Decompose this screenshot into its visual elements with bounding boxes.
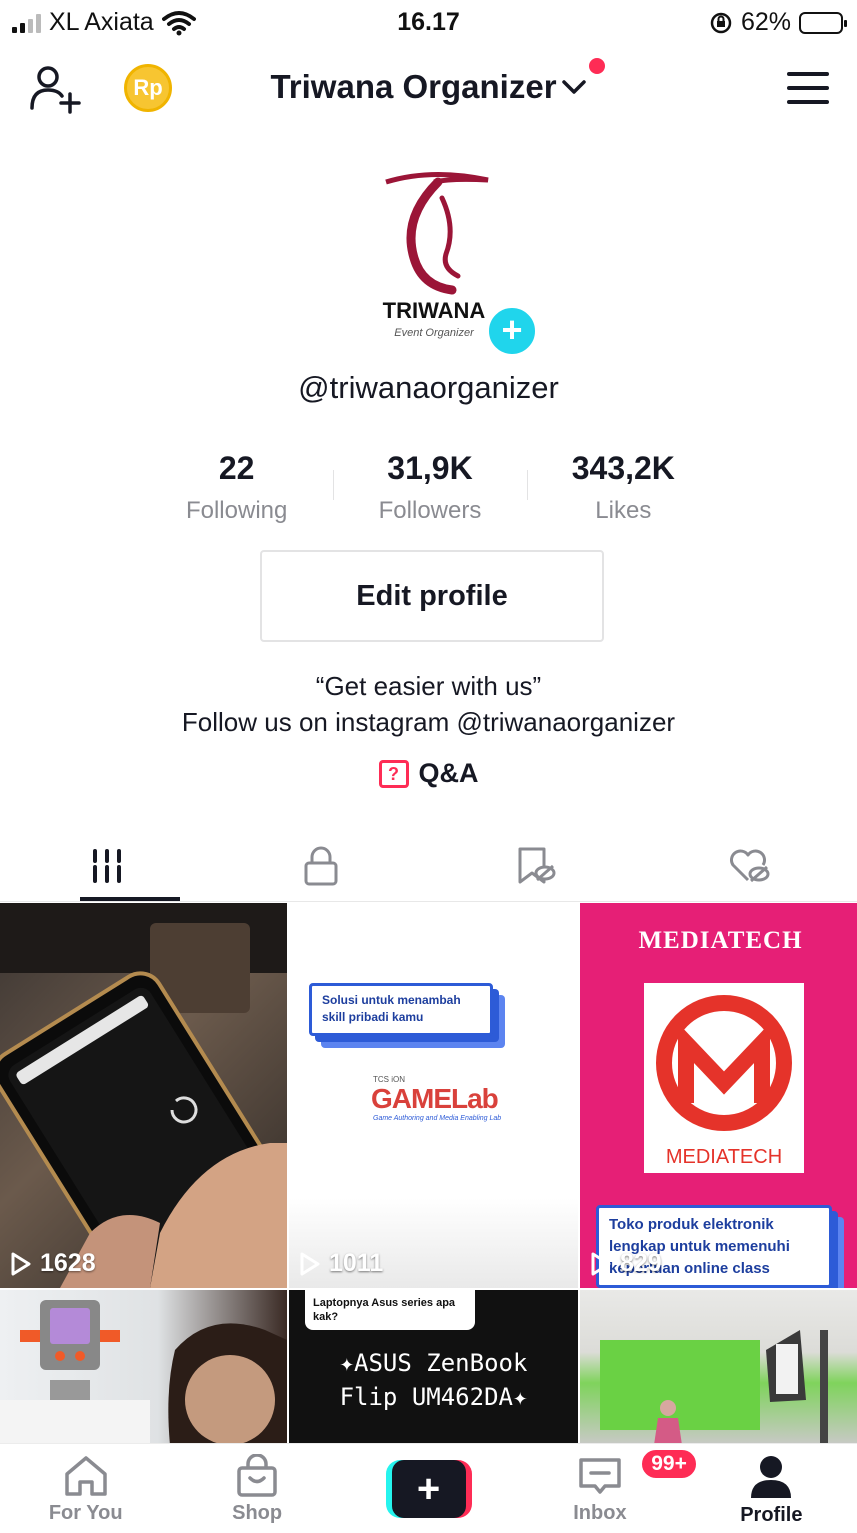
- username: @triwanaorganizer: [298, 370, 559, 405]
- bio-line: Follow us on instagram @triwanaorganizer: [181, 707, 676, 737]
- view-count: 1628: [10, 1249, 96, 1278]
- status-bar: XL Axiata 16.17 62%: [0, 0, 857, 44]
- videos-grid-icon: [93, 848, 122, 883]
- play-icon: [591, 1252, 611, 1275]
- profile-tabs: [0, 830, 857, 902]
- play-icon: [300, 1252, 320, 1275]
- comment-caption: Laptopnya Asus series apa kak?: [305, 1290, 475, 1330]
- tab-liked[interactable]: [643, 830, 857, 901]
- nav-for-you[interactable]: For You: [0, 1444, 171, 1533]
- nav-label: Profile: [740, 1504, 803, 1526]
- private-lock-icon: [304, 846, 338, 885]
- video-grid: 1628 Solusi untuk menambah skill pribadi…: [0, 903, 857, 1443]
- qa-label: Q&A: [418, 758, 479, 788]
- stat-value: 343,2K: [571, 450, 675, 486]
- question-icon: ?: [378, 759, 409, 788]
- stat-following[interactable]: 22 Following: [140, 450, 333, 525]
- studio-image: [600, 1330, 828, 1443]
- promo-text: Solusi untuk menambah skill pribadi kamu: [309, 983, 493, 1036]
- profile-header: Rp Triwana Organizer: [0, 56, 857, 122]
- account-name: Triwana Organizer: [270, 68, 557, 105]
- mediatech-logo-text: MEDIATECH: [666, 1146, 782, 1168]
- tab-private[interactable]: [214, 830, 428, 901]
- view-count-label: 829: [620, 1249, 662, 1277]
- brand-logo: TRIWANA Event Organizer: [383, 171, 489, 339]
- add-avatar-plus-icon[interactable]: +: [486, 305, 538, 357]
- mediatech-logo: MEDIATECH: [644, 983, 804, 1173]
- home-icon: [64, 1456, 107, 1496]
- battery-icon: [799, 11, 847, 34]
- nav-create[interactable]: +: [343, 1444, 514, 1533]
- nav-label: Shop: [232, 1502, 283, 1524]
- bio: “Get easier with us” Follow us on instag…: [0, 668, 857, 740]
- video-thumbnail[interactable]: [580, 1290, 857, 1443]
- video-headline: MEDIATECH: [638, 927, 803, 954]
- nav-label: For You: [48, 1502, 123, 1524]
- view-count: 1011: [299, 1249, 383, 1278]
- person-with-robot-image: [0, 1300, 287, 1443]
- profile-icon: [751, 1456, 792, 1498]
- video-thumbnail[interactable]: [0, 1290, 287, 1443]
- phone-in-hand-image: [0, 903, 287, 1288]
- create-plus-icon[interactable]: +: [385, 1460, 472, 1518]
- video-title: ✦ASUS ZenBook Flip UM462DA✦: [289, 1346, 578, 1414]
- promo-line: Toko produk elektronik: [609, 1216, 774, 1233]
- play-icon: [11, 1252, 31, 1275]
- video-title-line: Flip UM462DA✦: [339, 1383, 528, 1411]
- profile-stats: 22 Following 31,9K Followers 343,2K Like…: [140, 450, 720, 525]
- view-count-label: 1628: [40, 1249, 96, 1277]
- edit-profile-button[interactable]: Edit profile: [260, 550, 604, 642]
- stat-value: 31,9K: [387, 450, 473, 486]
- bio-line: “Get easier with us”: [315, 671, 542, 701]
- avatar[interactable]: TRIWANA Event Organizer: [372, 158, 492, 348]
- logo-subtext: Event Organizer: [394, 327, 475, 339]
- nav-shop[interactable]: Shop: [171, 1444, 342, 1533]
- view-count-label: 1011: [329, 1249, 384, 1277]
- shop-bag-icon: [237, 1454, 277, 1497]
- stat-label: Following: [185, 497, 288, 524]
- tab-videos[interactable]: [0, 830, 214, 901]
- favorites-hidden-icon: [518, 847, 556, 883]
- status-right: 62%: [709, 8, 847, 37]
- qa-link[interactable]: ? Q&A: [0, 758, 857, 789]
- stat-likes[interactable]: 343,2K Likes: [526, 450, 720, 525]
- account-switcher: Triwana Organizer: [0, 58, 857, 106]
- battery-percent: 62%: [740, 8, 791, 36]
- liked-hidden-icon: [729, 849, 770, 882]
- video-thumbnail[interactable]: Laptopnya Asus series apa kak? ✦ASUS Zen…: [289, 1290, 578, 1443]
- video-title-line: ✦ASUS ZenBook: [339, 1349, 528, 1377]
- menu-icon[interactable]: [787, 72, 829, 104]
- bottom-navigation: For You Shop + 99+ Inbox Profile: [0, 1443, 857, 1533]
- inbox-icon: [579, 1458, 621, 1494]
- account-switcher-button[interactable]: Triwana Organizer: [270, 58, 605, 106]
- view-count: 829: [590, 1249, 662, 1278]
- stat-value: 22: [218, 450, 255, 486]
- logo-text: TRIWANA: [383, 298, 486, 323]
- brand-subtitle: Game Authoring and Media Enabling Lab: [373, 1115, 502, 1122]
- stat-label: Likes: [595, 497, 652, 524]
- stat-followers[interactable]: 31,9K Followers: [333, 450, 526, 525]
- nav-label: Inbox: [573, 1502, 627, 1524]
- brand-name: GAMELab: [371, 1083, 499, 1114]
- rotation-lock-icon: [710, 12, 732, 33]
- tab-favorites[interactable]: [429, 830, 643, 901]
- notification-dot: [588, 58, 605, 74]
- video-thumbnail[interactable]: Solusi untuk menambah skill pribadi kamu…: [289, 903, 578, 1288]
- stat-label: Followers: [378, 497, 482, 524]
- video-thumbnail[interactable]: MEDIATECH MEDIATECH Toko produk elektron…: [580, 903, 857, 1288]
- chevron-down-icon: [561, 80, 586, 94]
- video-thumbnail[interactable]: 1628: [0, 903, 287, 1288]
- nav-inbox[interactable]: 99+ Inbox: [514, 1444, 698, 1533]
- nav-profile[interactable]: Profile: [686, 1444, 857, 1533]
